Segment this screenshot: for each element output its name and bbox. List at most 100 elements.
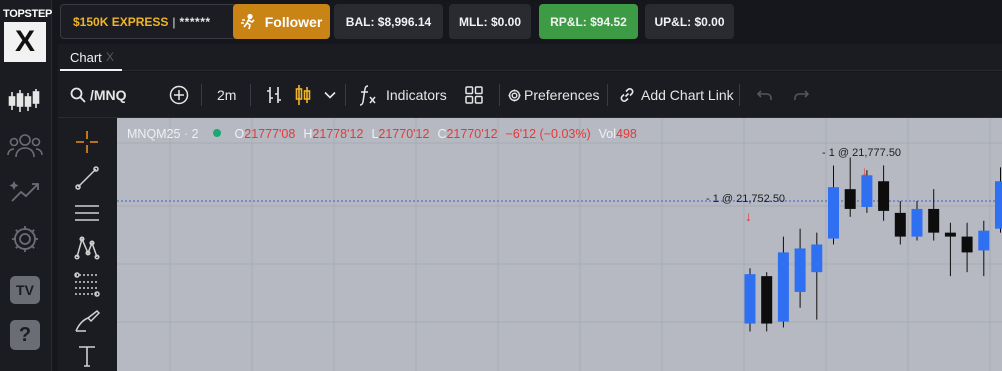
candle-style-button[interactable]: [295, 72, 311, 118]
candle-body: [894, 212, 906, 237]
divider: [499, 84, 500, 106]
indicators-button[interactable]: Indicators: [358, 72, 447, 118]
chart-type-dropdown[interactable]: [324, 72, 336, 118]
layout-button[interactable]: [464, 72, 484, 118]
tv-icon[interactable]: TV: [6, 273, 44, 307]
open-key: O: [234, 127, 245, 141]
close-icon[interactable]: X: [106, 50, 114, 64]
trend-line-icon[interactable]: [73, 165, 101, 191]
add-chart-link-button[interactable]: Add Chart Link: [619, 72, 734, 118]
close-value: 21770'12: [446, 127, 498, 141]
follower-label: Follower: [264, 13, 323, 30]
mll-stat: MLL: $0.00: [449, 4, 531, 39]
divider: [607, 84, 608, 106]
link-icon: [620, 88, 634, 102]
candle-body: [744, 274, 756, 324]
candle-body: [961, 236, 973, 253]
brush-icon[interactable]: [73, 308, 101, 334]
function-icon: [359, 85, 376, 106]
tab-chart[interactable]: Chart: [70, 50, 102, 65]
grid-layout-icon: [465, 86, 483, 104]
candle-body: [944, 232, 956, 237]
tab-strip: Chart X: [58, 44, 1002, 71]
logo-x-mark: X: [4, 22, 46, 62]
redo-icon: [794, 90, 809, 100]
candle-body: [861, 175, 873, 207]
gear-icon[interactable]: [6, 222, 44, 256]
divider: [250, 84, 251, 106]
candle-body: [928, 208, 940, 233]
trade-annotation: - 1 @ 21,777.50: [822, 147, 902, 159]
symbol-label: /MNQ: [90, 87, 127, 103]
drawing-tools: [58, 118, 117, 371]
help-icon[interactable]: ?: [6, 318, 44, 352]
account-bar: $150K EXPRESS | ****** Follower BAL: $8,…: [52, 0, 1002, 44]
search-icon: [70, 87, 86, 103]
open-value: 21777'08: [244, 127, 296, 141]
undo-icon: [757, 90, 772, 100]
ohlc-bars-icon: [267, 87, 281, 103]
topstep-logo[interactable]: TOPSTEP X: [3, 8, 53, 66]
interval-button[interactable]: 2m: [217, 72, 236, 118]
candle-body: [978, 230, 990, 251]
candle-body: [995, 181, 1002, 229]
low-value: 21770'12: [378, 127, 430, 141]
volume-value: 498: [616, 127, 637, 141]
divider: [739, 84, 740, 106]
sell-arrow-icon: ↓: [745, 208, 752, 224]
pattern-icon[interactable]: [73, 235, 101, 261]
candle-body: [844, 189, 856, 209]
indicators-label: Indicators: [386, 87, 447, 103]
realized-pnl-stat: RP&L: $94.52: [539, 4, 638, 39]
fib-levels-icon[interactable]: [73, 271, 101, 297]
interval-label: 2m: [217, 87, 237, 103]
candle-body: [911, 208, 923, 237]
candles-style-icon: [295, 85, 311, 105]
candle-body: [777, 252, 789, 322]
crosshair-icon[interactable]: [73, 129, 101, 155]
left-rail: TOPSTEP X TV ?: [0, 0, 52, 371]
plus-circle-icon: [169, 85, 189, 105]
candles-icon[interactable]: [6, 84, 44, 118]
sell-arrow-icon: ↓: [861, 163, 868, 179]
logo-wordmark: TOPSTEP: [3, 8, 53, 20]
candle-body: [761, 276, 773, 324]
candle-body: [794, 248, 806, 292]
follower-icon: [240, 13, 255, 29]
change-value: −6'12 (−0.03%): [505, 127, 591, 141]
preferences-button[interactable]: Preferences: [508, 72, 599, 118]
active-tab-indicator: [60, 69, 122, 71]
candle-body: [878, 181, 890, 211]
trade-annotation: - 1 @ 21,752.50: [706, 193, 786, 205]
volume-key: Vol: [598, 127, 617, 141]
people-icon[interactable]: [6, 129, 44, 163]
unrealized-pnl-stat: UP&L: $0.00: [645, 4, 734, 39]
add-symbol-button[interactable]: [169, 72, 189, 118]
chart-symbol-label: MNQM25 · 2: [127, 127, 199, 141]
account-separator: |: [172, 14, 176, 29]
bar-style-button[interactable]: [265, 72, 283, 118]
symbol-search[interactable]: /MNQ: [70, 72, 127, 118]
redo-button[interactable]: [793, 72, 809, 118]
chevron-down-icon: [324, 91, 336, 99]
account-masked-id: ******: [179, 14, 211, 29]
price-chart[interactable]: MNQM25 · 2 O21777'08 H21778'12 L21770'12 C21…: [117, 118, 1002, 371]
candle-body: [811, 244, 823, 273]
account-name: $150K EXPRESS: [73, 14, 169, 29]
follower-button[interactable]: Follower: [233, 4, 330, 39]
ohlc-legend: MNQM25 · 2 O21777'08 H21778'12 L21770'12 C21…: [127, 127, 645, 141]
divider: [345, 84, 346, 106]
divider: [201, 84, 202, 106]
trend-stars-icon[interactable]: [6, 174, 44, 208]
chart-toolbar: /MNQ 2m Indicators Preferences Add Chart…: [58, 72, 1002, 118]
text-tool-icon[interactable]: [73, 343, 101, 369]
high-value: 21778'12: [312, 127, 364, 141]
market-status-dot: [212, 129, 221, 137]
horizontal-lines-icon[interactable]: [73, 200, 101, 226]
candle-body: [828, 187, 839, 239]
add-chart-link-label: Add Chart Link: [641, 87, 734, 103]
gear-icon: [508, 88, 521, 102]
undo-button[interactable]: [757, 72, 773, 118]
help-badge-label: ?: [10, 320, 40, 350]
preferences-label: Preferences: [524, 87, 600, 103]
